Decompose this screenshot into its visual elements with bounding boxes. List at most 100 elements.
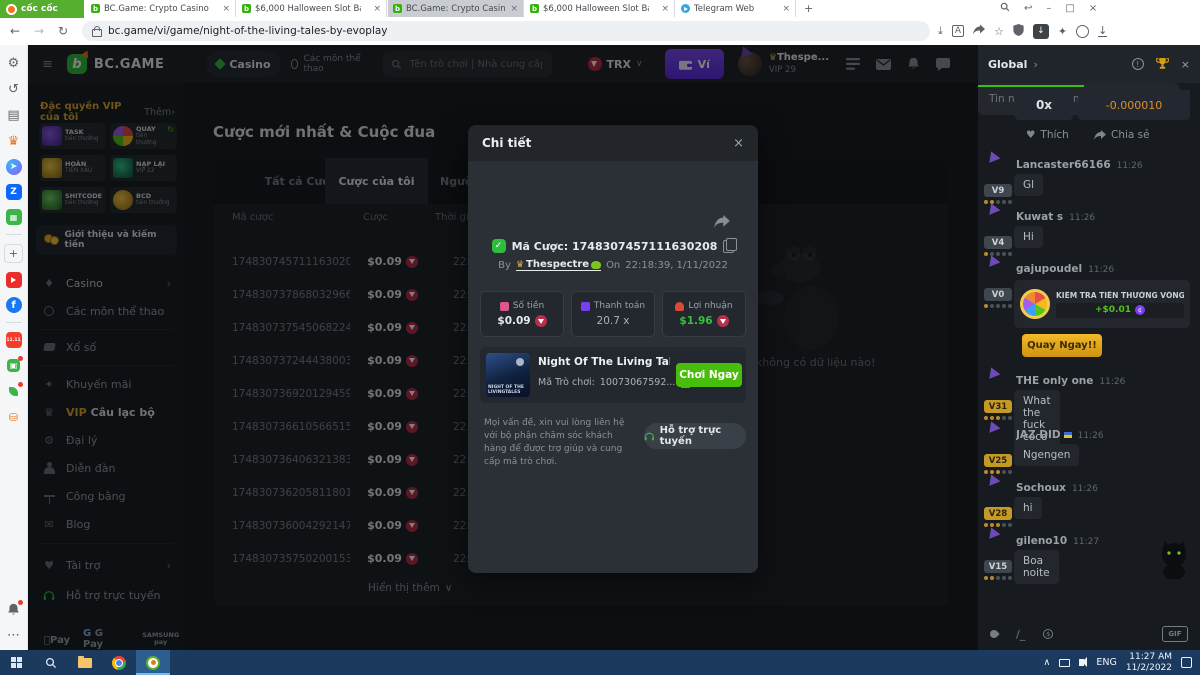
cart-icon[interactable]: ⛁ <box>5 409 22 426</box>
save-page-icon[interactable]: ⤓ <box>938 24 943 38</box>
bet-author-link[interactable]: ♛ Thespectre <box>515 259 602 271</box>
session-restore-icon[interactable]: ↩ <box>1024 3 1032 14</box>
modal-close-icon[interactable]: × <box>733 136 744 151</box>
add-shortcut-button[interactable]: + <box>4 244 23 263</box>
reload-button[interactable]: ↻ <box>58 24 68 38</box>
history-icon[interactable]: ↺ <box>5 81 22 98</box>
stat-profit: Lợi nhuận $1.96 <box>662 291 746 337</box>
coin-drop-icon[interactable]: $ <box>1043 629 1054 639</box>
action-center-icon[interactable] <box>1181 657 1192 668</box>
extensions-icon[interactable]: ✦ <box>1058 25 1067 38</box>
tab-title: Telegram Web <box>694 3 755 14</box>
bet-id-row: ✓ Mã Cược: 1748307457111630208 <box>468 237 758 253</box>
file-explorer-icon[interactable] <box>68 650 102 675</box>
chat-room-label[interactable]: Global <box>988 58 1027 71</box>
news-feed-icon[interactable]: ▤ <box>5 107 22 124</box>
taskbar-clock[interactable]: 11:27 AM 11/2/2022 <box>1126 652 1172 674</box>
facebook-icon[interactable]: f <box>5 297 22 313</box>
game-thumbnail[interactable]: NIGHT OF THE LIVINGTALES <box>486 353 530 397</box>
trophy-icon[interactable] <box>1155 58 1169 70</box>
gif-button[interactable]: GIF <box>1162 626 1188 642</box>
coccoc-crown-icon[interactable]: ♛ <box>5 133 22 150</box>
notification-bell-icon[interactable] <box>5 600 23 618</box>
games-icon[interactable]: ▦ <box>5 209 22 225</box>
lucky-wheel-icon <box>1020 289 1050 319</box>
url-text: bc.game/vi/game/night-of-the-living-tale… <box>108 25 388 37</box>
game-id-value: 10073067592... <box>599 377 676 388</box>
level-pips <box>984 576 1012 580</box>
zalo-icon[interactable]: Z <box>5 184 22 200</box>
taskbar-search-icon[interactable] <box>34 650 68 675</box>
gift-icon[interactable]: ▣ <box>5 356 23 374</box>
tab-search-icon[interactable] <box>1000 2 1010 15</box>
share-page-icon[interactable] <box>973 24 986 38</box>
more-options-icon[interactable]: ⋯ <box>5 627 22 644</box>
tab-title: $6,000 Halloween Slot Battle <box>255 3 361 14</box>
slash-commands-icon[interactable]: /_ <box>1016 628 1025 641</box>
tab-close-icon[interactable]: × <box>510 4 518 14</box>
bcgame-favicon: b <box>530 4 539 13</box>
share-button[interactable]: Chia sẻ <box>1094 129 1150 141</box>
farm-icon[interactable] <box>5 382 23 400</box>
messenger-icon[interactable]: ➤ <box>5 159 22 175</box>
bet-details-modal: Chi tiết × ✓ Mã Cược: 174830745711163020… <box>468 125 758 573</box>
active-download-icon[interactable]: ↓ <box>1032 23 1049 39</box>
bookmark-star-icon[interactable]: ☆ <box>994 25 1004 38</box>
start-button[interactable] <box>0 650 34 675</box>
tab-close-icon[interactable]: × <box>222 4 230 14</box>
browser-tab-3-active[interactable]: b BC.Game: Crypto Casino Gan × <box>388 0 524 17</box>
volume-icon[interactable] <box>1079 657 1088 667</box>
chat-text: Gl <box>1014 174 1044 196</box>
browser-tab-2[interactable]: b $6,000 Halloween Slot Battle × <box>237 0 387 17</box>
browser-tab-strip: cốc cốc b BC.Game: Crypto Casino Gam × b… <box>0 0 1200 19</box>
bonus-spin-card[interactable]: KIỂM TRA TIỀN THƯỞNG VÒNG QU +$0.01 ¢ <box>1014 280 1190 328</box>
translate-icon[interactable]: A <box>951 25 965 37</box>
chat-username[interactable]: THE only one 11:26 <box>1016 375 1176 387</box>
game-name: Night Of The Living Tales <box>538 356 670 368</box>
network-icon[interactable] <box>1059 658 1071 667</box>
play-now-button[interactable]: Chơi Ngay <box>676 363 742 387</box>
browser-tab-4[interactable]: b $6,000 Halloween Slot Battle × <box>525 0 675 17</box>
level-badge: V4 <box>984 236 1012 249</box>
browser-tab-5[interactable]: Telegram Web × <box>676 0 796 17</box>
url-field[interactable]: bc.game/vi/game/night-of-the-living-tale… <box>82 21 930 41</box>
youtube-icon[interactable] <box>5 272 22 288</box>
coccoc-brand-label: cốc cốc <box>21 4 58 14</box>
tab-close-icon[interactable]: × <box>661 4 669 14</box>
like-button[interactable]: ♥ Thích <box>1026 129 1069 141</box>
chat-username[interactable]: Lancaster66166 11:26 <box>1016 159 1176 171</box>
settings-gear-icon[interactable]: ⚙ <box>5 55 22 72</box>
new-tab-button[interactable]: + <box>804 2 813 15</box>
shield-icon[interactable] <box>1013 23 1024 39</box>
chat-username[interactable]: Kuwat s 11:26 <box>1016 211 1176 223</box>
chat-username[interactable]: gajupoudel 11:26 <box>1016 263 1176 275</box>
copy-icon[interactable] <box>723 237 738 253</box>
chat-username[interactable]: Sochoux 11:26 <box>1016 482 1176 494</box>
language-indicator[interactable]: ENG <box>1096 657 1116 668</box>
modal-title: Chi tiết <box>482 136 532 150</box>
hidden-icons-chevron[interactable]: ∧ <box>1043 657 1050 668</box>
chat-username[interactable]: gileno10 11:27 <box>1016 535 1176 547</box>
shopping-sale-icon[interactable]: 11.11 <box>5 332 22 348</box>
maximize-button[interactable]: □ <box>1065 3 1074 14</box>
bonus-coin-icon: ¢ <box>1135 305 1145 315</box>
forward-button[interactable]: → <box>34 24 44 38</box>
downloads-tray-icon[interactable]: ↓ <box>1098 25 1108 37</box>
browser-tab-1[interactable]: b BC.Game: Crypto Casino Gam × <box>86 0 236 17</box>
support-button[interactable]: Hỗ trợ trực tuyến <box>644 423 746 449</box>
rain-icon[interactable] <box>988 628 1000 640</box>
coccoc-taskbar-icon[interactable] <box>136 650 170 675</box>
chat-username[interactable]: JAZ DID 11:26 <box>1016 429 1176 441</box>
tab-close-icon[interactable]: × <box>782 4 790 14</box>
profile-avatar-icon[interactable] <box>1076 24 1090 38</box>
chrome-icon[interactable] <box>102 650 136 675</box>
coccoc-brand[interactable]: cốc cốc <box>0 0 84 18</box>
close-window-button[interactable]: × <box>1089 3 1097 14</box>
spin-now-button[interactable]: Quay Ngay!! <box>1022 334 1102 357</box>
chat-rules-icon[interactable]: ! <box>1131 58 1144 70</box>
tab-close-icon[interactable]: × <box>373 4 381 14</box>
close-chat-icon[interactable]: × <box>1181 58 1190 71</box>
minimize-button[interactable]: – <box>1046 3 1051 14</box>
back-button[interactable]: ← <box>10 24 20 38</box>
share-bet-icon[interactable] <box>714 213 730 232</box>
